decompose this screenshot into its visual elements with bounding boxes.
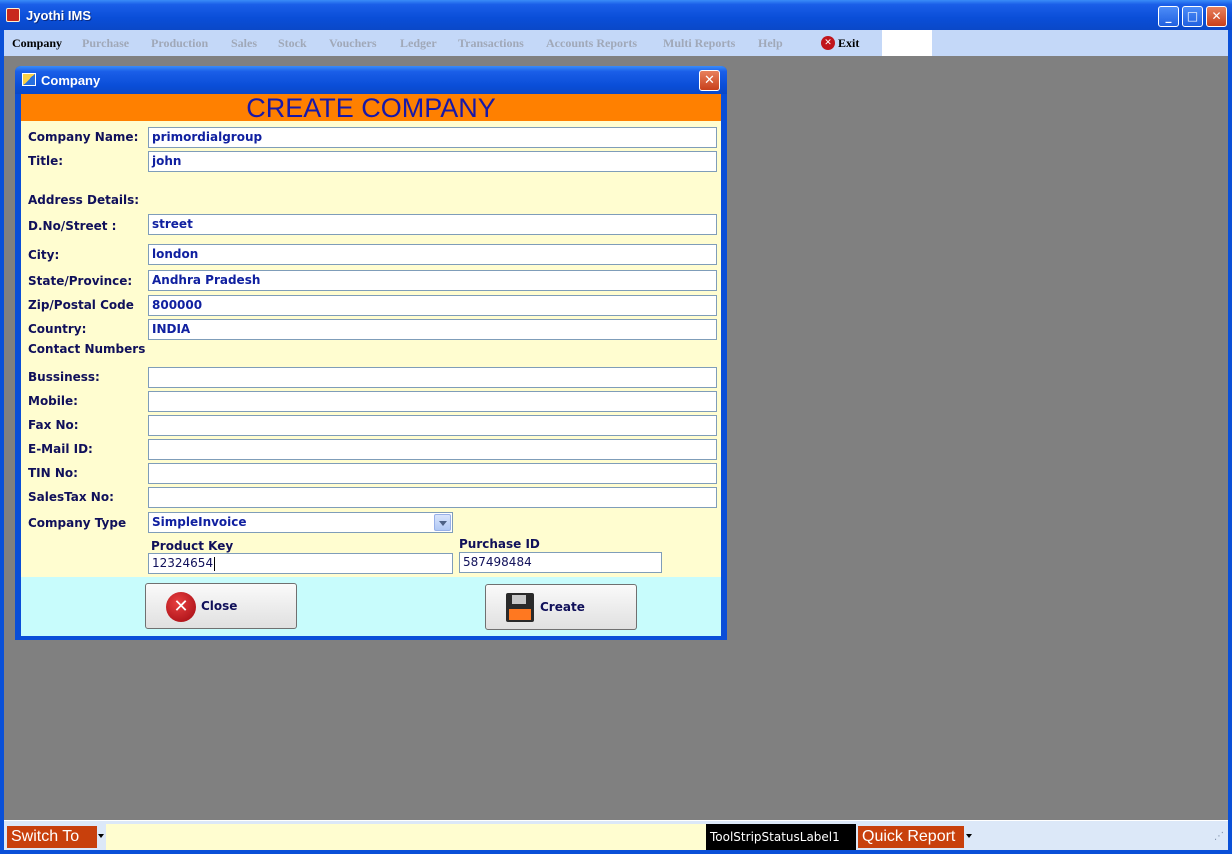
country-label: Country: <box>28 322 87 336</box>
close-circle-icon: ✕ <box>166 592 196 622</box>
menu-transactions[interactable]: Transactions <box>458 36 524 51</box>
product-key-field[interactable]: 12324654 <box>148 553 453 574</box>
form-icon <box>22 73 36 86</box>
switch-to-button[interactable]: Switch To <box>7 826 97 848</box>
purchase-id-label: Purchase ID <box>459 537 540 551</box>
company-dialog: Company ✕ CREATE COMPANY Company Name: p… <box>15 66 727 640</box>
close-window-button[interactable]: ✕ <box>1206 6 1227 27</box>
company-type-label: Company Type <box>28 516 127 530</box>
business-label: Bussiness: <box>28 370 100 384</box>
street-field[interactable]: street <box>148 214 717 235</box>
mobile-field[interactable] <box>148 391 717 412</box>
street-label: D.No/Street : <box>28 219 117 233</box>
menu-company[interactable]: Company <box>12 36 62 51</box>
maximize-button[interactable]: □ <box>1182 6 1203 27</box>
minimize-button[interactable]: _ <box>1158 6 1179 27</box>
state-field[interactable]: Andhra Pradesh <box>148 270 717 291</box>
business-field[interactable] <box>148 367 717 388</box>
menu-blank-area <box>882 30 932 56</box>
menu-vouchers[interactable]: Vouchers <box>329 36 377 51</box>
fax-field[interactable] <box>148 415 717 436</box>
floppy-disk-icon <box>506 593 534 622</box>
status-strip: Switch To ToolStripStatusLabel1 Quick Re… <box>4 820 1228 850</box>
app-icon <box>6 8 20 22</box>
dialog-title-bar: Company ✕ <box>15 66 727 94</box>
dialog-title: Company <box>41 73 101 88</box>
company-type-select[interactable]: SimpleInvoice <box>148 512 453 533</box>
tin-field[interactable] <box>148 463 717 484</box>
close-button-label: Close <box>201 599 238 613</box>
resize-grip-icon[interactable]: ⋰ <box>1214 831 1226 847</box>
title-field[interactable]: john <box>148 151 717 172</box>
quick-report-dropdown-icon[interactable] <box>966 834 972 838</box>
state-label: State/Province: <box>28 274 133 288</box>
main-window: Jyothi IMS _ □ ✕ Company Purchase Produc… <box>0 0 1232 854</box>
menu-exit[interactable]: Exit <box>838 36 859 51</box>
zip-field[interactable]: 800000 <box>148 295 717 316</box>
salestax-label: SalesTax No: <box>28 490 114 504</box>
product-key-value: 12324654 <box>152 556 214 570</box>
city-label: City: <box>28 248 60 262</box>
country-field[interactable]: INDIA <box>148 319 717 340</box>
create-button-label: Create <box>540 600 585 614</box>
switch-to-dropdown-icon[interactable] <box>98 834 104 838</box>
fax-label: Fax No: <box>28 418 79 432</box>
app-title: Jyothi IMS <box>26 8 92 23</box>
menu-accounts-reports[interactable]: Accounts Reports <box>546 36 637 51</box>
text-caret <box>214 556 216 571</box>
header-band: CREATE COMPANY <box>21 93 721 123</box>
company-type-value: SimpleInvoice <box>152 515 247 529</box>
menu-ledger[interactable]: Ledger <box>400 36 437 51</box>
menu-multi-reports[interactable]: Multi Reports <box>663 36 735 51</box>
menu-bar: Company Purchase Production Sales Stock … <box>4 30 1228 56</box>
dialog-body: CREATE COMPANY Company Name: primordialg… <box>21 94 721 636</box>
menu-purchase[interactable]: Purchase <box>82 36 129 51</box>
company-name-field[interactable]: primordialgroup <box>148 127 717 148</box>
tin-label: TIN No: <box>28 466 78 480</box>
menu-sales[interactable]: Sales <box>231 36 257 51</box>
chevron-down-icon[interactable] <box>434 514 451 531</box>
salestax-field[interactable] <box>148 487 717 508</box>
menu-help[interactable]: Help <box>758 36 783 51</box>
purchase-id-field[interactable]: 587498484 <box>459 552 662 573</box>
zip-label: Zip/Postal Code <box>28 298 134 312</box>
company-name-label: Company Name: <box>28 130 139 144</box>
mobile-label: Mobile: <box>28 394 78 408</box>
email-field[interactable] <box>148 439 717 460</box>
status-text-field[interactable] <box>106 824 706 850</box>
city-field[interactable]: london <box>148 244 717 265</box>
dialog-close-button[interactable]: ✕ <box>699 70 720 91</box>
menu-production[interactable]: Production <box>151 36 208 51</box>
exit-icon: ✕ <box>821 36 835 50</box>
title-label: Title: <box>28 154 64 168</box>
menu-stock[interactable]: Stock <box>278 36 307 51</box>
email-label: E-Mail ID: <box>28 442 93 456</box>
title-bar: Jyothi IMS _ □ ✕ <box>0 0 1232 30</box>
status-label: ToolStripStatusLabel1 <box>706 824 856 850</box>
address-details-label: Address Details: <box>28 193 140 207</box>
create-button[interactable]: Create <box>485 584 637 630</box>
button-band: ✕ Close Create <box>21 577 721 636</box>
quick-report-button[interactable]: Quick Report <box>858 826 964 848</box>
product-key-label: Product Key <box>151 539 234 553</box>
close-button[interactable]: ✕ Close <box>145 583 297 629</box>
contact-numbers-label: Contact Numbers <box>28 342 146 356</box>
form-header: CREATE COMPANY <box>246 93 496 123</box>
